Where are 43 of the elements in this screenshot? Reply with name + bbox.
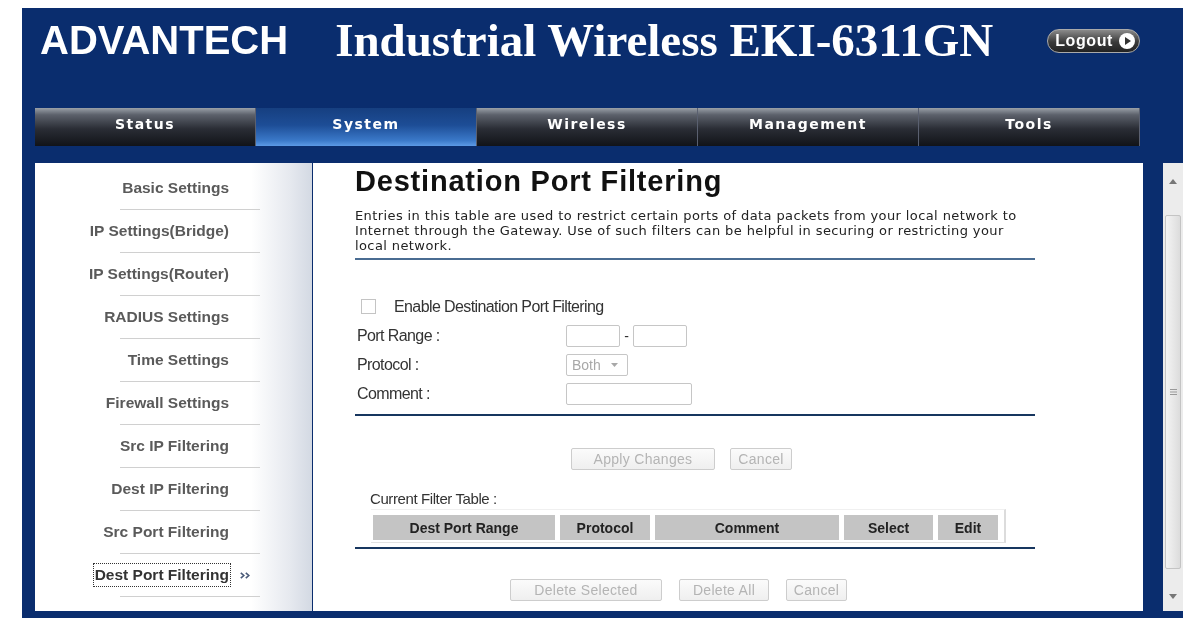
column-header: Edit: [938, 515, 998, 540]
column-header: Dest Port Range: [373, 515, 555, 540]
nav-tab[interactable]: Management: [698, 108, 919, 146]
sidebar-link[interactable]: Src IP Filtering: [119, 436, 229, 456]
sidebar-link[interactable]: Firewall Settings: [105, 393, 229, 413]
nav-tab[interactable]: Status: [35, 108, 256, 146]
vertical-scrollbar[interactable]: [1163, 163, 1183, 611]
comment-field[interactable]: [566, 382, 692, 405]
sidebar-link[interactable]: IP Settings(Router): [88, 264, 229, 284]
double-chevron-icon: [240, 571, 250, 579]
protocol-label: Protocol :: [357, 355, 420, 374]
nav-tab[interactable]: Wireless: [477, 108, 698, 146]
port-start-field[interactable]: [566, 324, 620, 347]
sidebar-link[interactable]: Src Port Filtering: [103, 522, 229, 542]
enable-label: Enable Destination Port Filtering: [394, 297, 604, 316]
grip-icon: [1169, 389, 1177, 395]
scroll-down-icon[interactable]: [1169, 593, 1177, 599]
nav-tab[interactable]: Tools: [919, 108, 1140, 146]
page-description: Entries in this table are used to restrict certain ports of data packets from your local network to Internet through the Gateway. Use of such filters can be helpful in securing or restricting your local network.: [355, 208, 1018, 253]
column-header: Protocol: [560, 515, 650, 540]
caret-icon: [611, 362, 618, 367]
range-separator: -: [623, 327, 630, 344]
sidebar-link[interactable]: Dest Port Filtering: [94, 565, 229, 585]
nav-tab[interactable]: System: [256, 108, 477, 146]
product-title: Industrial Wireless EKI-6311GN: [335, 16, 994, 64]
brand-logo: ADVANTECH: [40, 20, 289, 60]
sidebar-link[interactable]: IP Settings(Bridge): [89, 221, 229, 241]
table-caption: Current Filter Table :: [370, 491, 498, 507]
sidebar-link[interactable]: Basic Settings: [122, 178, 229, 198]
column-header: Select: [844, 515, 933, 540]
port-range-label: Port Range :: [357, 326, 441, 345]
play-circle-icon: [1119, 33, 1135, 49]
logout-button[interactable]: Logout: [1047, 29, 1140, 53]
enable-checkbox[interactable]: [361, 299, 376, 314]
scroll-up-icon[interactable]: [1169, 178, 1177, 184]
sidebar-link[interactable]: Time Settings: [127, 350, 229, 370]
port-end-field[interactable]: [633, 324, 687, 347]
column-header: Comment: [655, 515, 839, 540]
sidebar-link[interactable]: RADIUS Settings: [104, 307, 229, 327]
scroll-thumb[interactable]: [1165, 215, 1181, 569]
sidebar-link[interactable]: Dest IP Filtering: [111, 479, 229, 499]
page-title: Destination Port Filtering: [355, 165, 724, 197]
comment-label: Comment :: [357, 384, 431, 403]
